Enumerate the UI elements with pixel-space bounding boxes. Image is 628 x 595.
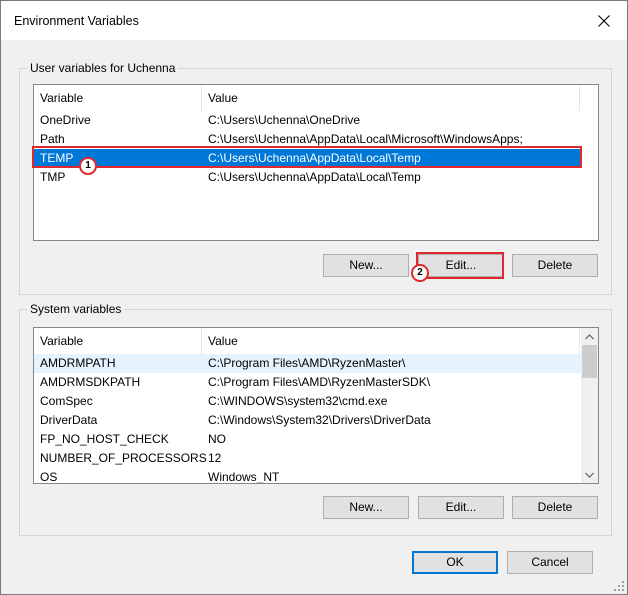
user-variables-label: User variables for Uchenna xyxy=(27,61,179,75)
list-item[interactable]: Path C:\Users\Uchenna\AppData\Local\Micr… xyxy=(34,130,598,149)
variable-value: C:\Program Files\AMD\RyzenMasterSDK\ xyxy=(208,375,431,389)
list-item[interactable]: OneDrive C:\Users\Uchenna\OneDrive xyxy=(34,111,598,130)
variable-value: C:\Users\Uchenna\AppData\Local\Microsoft… xyxy=(208,132,523,146)
environment-variables-dialog: Environment Variables User variables for… xyxy=(0,0,628,595)
system-edit-button[interactable]: Edit... xyxy=(418,496,504,519)
system-list-header: Variable Value xyxy=(34,328,580,354)
ok-button[interactable]: OK xyxy=(412,551,498,574)
user-variables-list[interactable]: Variable Value OneDrive C:\Users\Uchenna… xyxy=(33,84,599,241)
cancel-button[interactable]: Cancel xyxy=(507,551,593,574)
column-header-variable[interactable]: Variable xyxy=(34,328,202,354)
variable-value: Windows_NT xyxy=(208,470,280,484)
variable-value: NO xyxy=(208,432,226,446)
user-list-header: Variable Value xyxy=(34,85,580,111)
user-new-button[interactable]: New... xyxy=(323,254,409,277)
column-header-value[interactable]: Value xyxy=(202,85,580,111)
variable-value: C:\WINDOWS\system32\cmd.exe xyxy=(208,394,388,408)
close-button[interactable] xyxy=(581,1,627,40)
variable-name: TEMP xyxy=(40,151,74,165)
user-variables-group: User variables for Uchenna Variable Valu… xyxy=(19,61,612,295)
list-item[interactable]: TMP C:\Users\Uchenna\AppData\Local\Temp xyxy=(34,168,598,187)
user-delete-button[interactable]: Delete xyxy=(512,254,598,277)
list-item[interactable]: ComSpec C:\WINDOWS\system32\cmd.exe xyxy=(34,392,581,411)
system-delete-button[interactable]: Delete xyxy=(512,496,598,519)
variable-value: C:\Users\Uchenna\AppData\Local\Temp xyxy=(208,151,421,165)
variable-name: AMDRMSDKPATH xyxy=(40,375,141,389)
list-item[interactable]: FP_NO_HOST_CHECK NO xyxy=(34,430,581,449)
title-bar: Environment Variables xyxy=(1,1,627,40)
resize-grip-icon[interactable] xyxy=(614,581,624,591)
variable-name: NUMBER_OF_PROCESSORS xyxy=(40,451,207,465)
variable-name: OS xyxy=(40,470,58,484)
variable-name: DriverData xyxy=(40,413,98,427)
variable-value: 12 xyxy=(208,451,222,465)
variable-value: C:\Users\Uchenna\OneDrive xyxy=(208,113,361,127)
variable-name: Path xyxy=(40,132,65,146)
variable-value: C:\Program Files\AMD\RyzenMaster\ xyxy=(208,356,406,370)
variable-name: TMP xyxy=(40,170,66,184)
list-item[interactable]: OS Windows_NT xyxy=(34,468,581,484)
list-item[interactable]: AMDRMPATH C:\Program Files\AMD\RyzenMast… xyxy=(34,354,581,373)
variable-name: AMDRMPATH xyxy=(40,356,116,370)
system-variables-list[interactable]: Variable Value AMDRMPATH C:\Program File… xyxy=(33,327,599,484)
chevron-up-icon xyxy=(585,333,594,339)
scroll-down-button[interactable] xyxy=(581,466,598,483)
column-header-value[interactable]: Value xyxy=(202,328,580,354)
scroll-thumb[interactable] xyxy=(582,345,597,378)
window-title: Environment Variables xyxy=(14,14,139,28)
list-item[interactable]: AMDRMSDKPATH C:\Program Files\AMD\RyzenM… xyxy=(34,373,581,392)
variable-name: FP_NO_HOST_CHECK xyxy=(40,432,169,446)
variable-name: OneDrive xyxy=(40,113,91,127)
system-variables-label: System variables xyxy=(27,302,125,316)
system-variables-group: System variables Variable Value AMDRMPAT… xyxy=(19,302,612,536)
variable-value: C:\Users\Uchenna\AppData\Local\Temp xyxy=(208,170,421,184)
chevron-down-icon xyxy=(585,472,594,478)
step-2-badge: 2 xyxy=(411,264,429,282)
variable-name: ComSpec xyxy=(40,394,93,408)
scroll-up-button[interactable] xyxy=(581,328,598,345)
list-item[interactable]: DriverData C:\Windows\System32\Drivers\D… xyxy=(34,411,581,430)
vertical-scrollbar[interactable] xyxy=(581,328,598,483)
column-header-variable[interactable]: Variable xyxy=(34,85,202,111)
variable-value: C:\Windows\System32\Drivers\DriverData xyxy=(208,413,431,427)
list-item-selected[interactable]: TEMP C:\Users\Uchenna\AppData\Local\Temp xyxy=(34,149,580,168)
system-new-button[interactable]: New... xyxy=(323,496,409,519)
list-item[interactable]: NUMBER_OF_PROCESSORS 12 xyxy=(34,449,581,468)
close-icon xyxy=(598,14,610,27)
user-edit-button[interactable]: Edit... xyxy=(418,254,504,277)
step-1-badge: 1 xyxy=(79,157,97,175)
